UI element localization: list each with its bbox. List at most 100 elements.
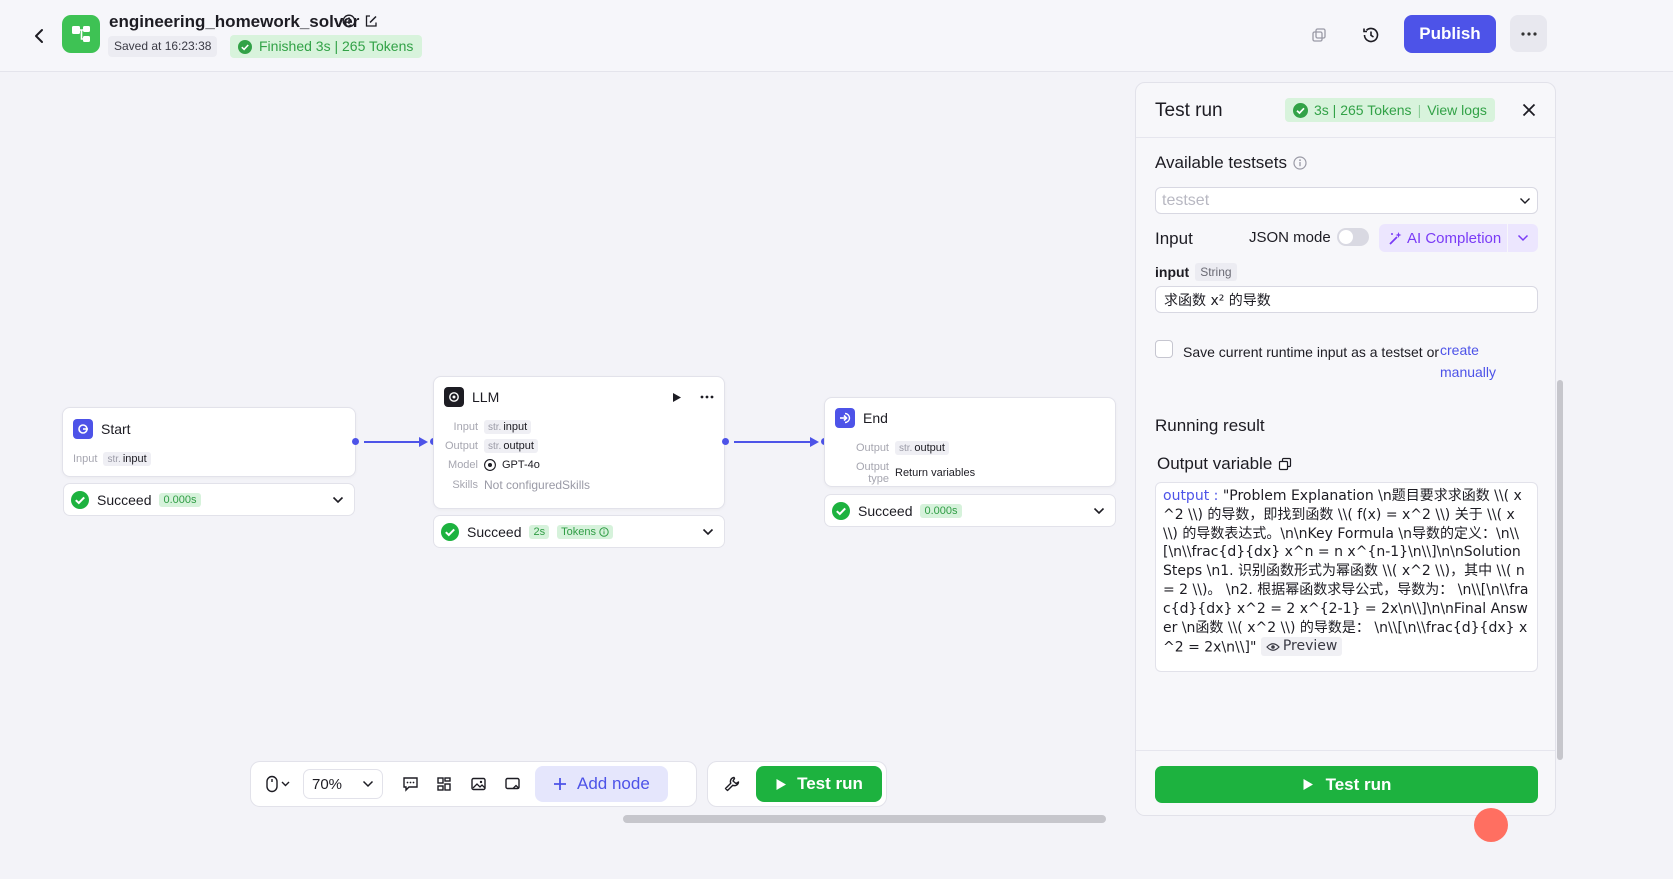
chevron-down-icon — [362, 780, 374, 788]
node-output-label: Output — [855, 442, 889, 454]
info-icon[interactable] — [342, 14, 356, 28]
llm-node[interactable]: LLM Input str. input Output str. output Mo… — [433, 376, 725, 509]
ai-completion-dropdown[interactable] — [1507, 224, 1538, 252]
start-status-box[interactable]: Succeed 0.000s — [63, 483, 355, 516]
comment-icon — [402, 777, 418, 792]
running-result-label: Running result — [1155, 416, 1265, 435]
output-key: output — [1163, 488, 1210, 504]
variable-tag: str. input — [484, 420, 532, 434]
add-node-button[interactable]: Add node — [535, 766, 668, 802]
play-icon — [776, 778, 787, 790]
start-output-port[interactable] — [352, 438, 359, 445]
play-icon[interactable] — [672, 392, 682, 403]
input-field[interactable]: 求函数 x² 的导数 — [1155, 286, 1538, 313]
ellipsis-icon — [1520, 31, 1537, 36]
save-testset-checkbox[interactable] — [1155, 340, 1173, 358]
edge-arrow — [810, 437, 819, 447]
chevron-down-icon — [702, 528, 714, 535]
check-circle-icon — [1293, 102, 1308, 118]
end-node[interactable]: End Output str. output Output type Return… — [824, 397, 1116, 487]
ai-completion-label: AI Completion — [1407, 229, 1502, 247]
chevron-left-icon — [35, 29, 43, 43]
preview-button[interactable]: Preview — [1260, 637, 1343, 657]
status-text: Succeed — [858, 502, 913, 519]
close-panel-button[interactable] — [1517, 98, 1541, 122]
testset-placeholder: testset — [1162, 191, 1210, 209]
auto-layout-button[interactable] — [427, 767, 461, 801]
copy-icon[interactable] — [1278, 457, 1292, 471]
field-type-tag: String — [1195, 263, 1237, 281]
json-mode-toggle[interactable] — [1336, 228, 1369, 246]
horizontal-scrollbar[interactable] — [623, 815, 1106, 823]
openai-icon — [444, 387, 464, 407]
add-node-label: Add node — [577, 774, 650, 793]
input-field-label: input String — [1155, 263, 1237, 281]
check-circle-icon — [832, 501, 850, 520]
json-mode-control: JSON mode — [1249, 228, 1369, 246]
output-type-value: Return variables — [895, 467, 976, 479]
end-icon — [835, 408, 855, 428]
output-variable-label: Output variable — [1157, 454, 1292, 474]
eye-icon — [1266, 642, 1280, 651]
finished-text: Finished 3s | 265 Tokens — [259, 38, 414, 54]
variable-tag: str. output — [484, 439, 538, 453]
view-logs-link[interactable]: View logs — [1427, 102, 1487, 118]
testset-select[interactable]: testset — [1155, 187, 1538, 214]
start-node[interactable]: Start Input str. input — [62, 407, 356, 477]
node-input-label: Input — [453, 421, 478, 433]
node-title: End — [863, 410, 888, 426]
edge-llm-end[interactable] — [734, 441, 812, 443]
status-text: Succeed — [467, 523, 522, 540]
debug-button[interactable] — [718, 767, 746, 801]
panel-test-run-button[interactable]: Test run — [1155, 766, 1538, 803]
publish-button[interactable]: Publish — [1404, 15, 1496, 53]
edge-arrow — [419, 437, 428, 447]
play-icon — [1303, 779, 1313, 790]
edit-icon[interactable] — [364, 14, 378, 28]
finished-status: Finished 3s | 265 Tokens — [230, 35, 423, 58]
panel-title: Test run — [1155, 100, 1223, 121]
run-toolbar: Test run — [707, 761, 887, 807]
test-run-label: Test run — [797, 774, 863, 793]
history-icon — [1363, 27, 1379, 43]
node-skills-label: Skills — [452, 479, 478, 491]
skills-value: Not configuredSkills — [484, 478, 591, 492]
image-button[interactable] — [461, 767, 495, 801]
time-badge: 2s — [529, 524, 550, 539]
ellipsis-icon[interactable] — [700, 395, 714, 399]
mouse-mode-button[interactable] — [257, 767, 299, 801]
create-manually-link[interactable]: create manually — [1440, 339, 1530, 383]
tokens-badge[interactable]: Tokens — [557, 524, 613, 539]
llm-status-box[interactable]: Succeed 2s Tokens — [433, 515, 725, 548]
more-options-button[interactable] — [1510, 15, 1547, 52]
save-testset-text: Save current runtime input as a testset … — [1183, 344, 1440, 360]
zoom-select[interactable]: 70% — [303, 769, 383, 799]
test-run-button[interactable]: Test run — [756, 766, 882, 802]
chevron-down-icon — [1093, 507, 1105, 514]
top-header: engineering_homework_solver Saved at 16:… — [0, 0, 1673, 72]
node-output-label: Output — [444, 440, 478, 452]
panel-test-run-label: Test run — [1325, 774, 1392, 794]
close-icon — [1522, 103, 1536, 117]
saved-status: Saved at 16:23:38 — [108, 36, 218, 57]
ai-completion-button[interactable]: AI Completion — [1379, 224, 1538, 252]
info-icon[interactable] — [1293, 156, 1307, 170]
minimap-icon — [504, 777, 520, 790]
minimap-button[interactable] — [495, 767, 529, 801]
copy-button[interactable] — [1306, 22, 1332, 48]
chevron-down-icon — [332, 496, 344, 503]
llm-output-port[interactable] — [722, 438, 729, 445]
output-value: "Problem Explanation \n题目要求求函数 \\( x^2 \… — [1163, 488, 1529, 656]
node-title: Start — [101, 421, 131, 437]
vertical-scrollbar[interactable] — [1557, 380, 1563, 760]
comment-button[interactable] — [393, 767, 427, 801]
image-icon — [470, 777, 486, 791]
history-button[interactable] — [1358, 22, 1384, 48]
end-status-box[interactable]: Succeed 0.000s — [824, 494, 1116, 527]
assistant-bubble[interactable] — [1474, 808, 1508, 842]
layout-grid-icon — [437, 777, 451, 791]
start-icon — [73, 419, 93, 439]
edge-start-llm[interactable] — [364, 441, 421, 443]
save-testset-row: Save current runtime input as a testset … — [1155, 339, 1538, 380]
back-button[interactable] — [28, 22, 50, 50]
